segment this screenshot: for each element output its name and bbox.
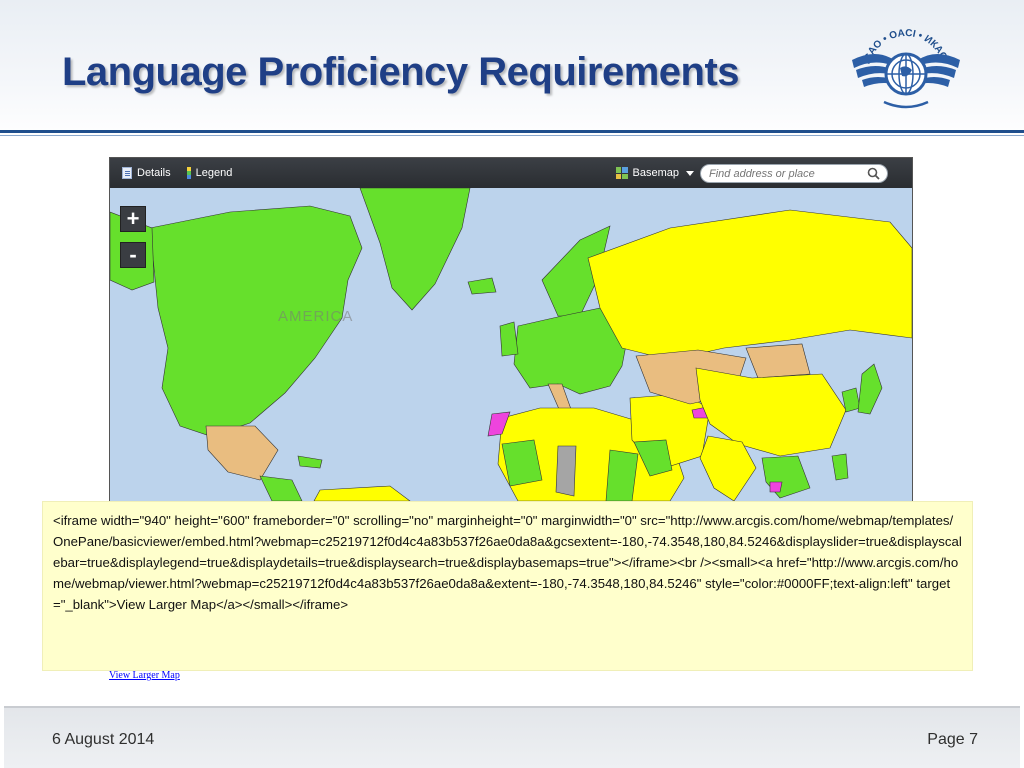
basemap-label: Basemap <box>632 167 679 179</box>
map-toolbar: Details Legend Basemap <box>110 158 912 188</box>
icao-logo: ICAO • OACI • ИКАО <box>852 28 960 109</box>
zoom-out-button[interactable]: - <box>120 242 146 268</box>
embedded-map[interactable]: Details Legend Basemap Find address or p… <box>109 157 913 502</box>
chevron-down-icon <box>686 170 694 176</box>
header-divider-thin <box>0 135 1024 136</box>
legend-icon <box>186 167 191 179</box>
details-button[interactable]: Details <box>122 167 171 179</box>
embed-code-text: <iframe width="940" height="600" framebo… <box>53 513 962 612</box>
document-icon <box>122 167 132 179</box>
embed-code-note: <iframe width="940" height="600" framebo… <box>42 501 973 671</box>
footer-date: 6 August 2014 <box>52 731 155 748</box>
continent-label: AMERICA <box>278 308 354 325</box>
slide-footer <box>4 708 1020 768</box>
zoom-in-button[interactable]: + <box>120 206 146 232</box>
world-map[interactable] <box>110 188 912 501</box>
region-cambodia <box>769 481 783 493</box>
legend-label: Legend <box>195 167 233 179</box>
basemap-button[interactable]: Basemap <box>615 167 694 179</box>
details-label: Details <box>137 167 171 179</box>
basemap-grid-icon <box>615 167 628 179</box>
search-icon[interactable] <box>867 167 880 180</box>
region-east-africa <box>605 449 639 501</box>
header-divider <box>0 130 1024 133</box>
legend-button[interactable]: Legend <box>186 167 233 179</box>
footer-page-number: Page 7 <box>927 731 978 748</box>
page-title: Language Proficiency Requirements <box>62 50 740 94</box>
view-larger-map-link[interactable]: View Larger Map <box>109 670 180 681</box>
region-sudan <box>555 445 577 497</box>
search-input[interactable] <box>700 164 888 183</box>
